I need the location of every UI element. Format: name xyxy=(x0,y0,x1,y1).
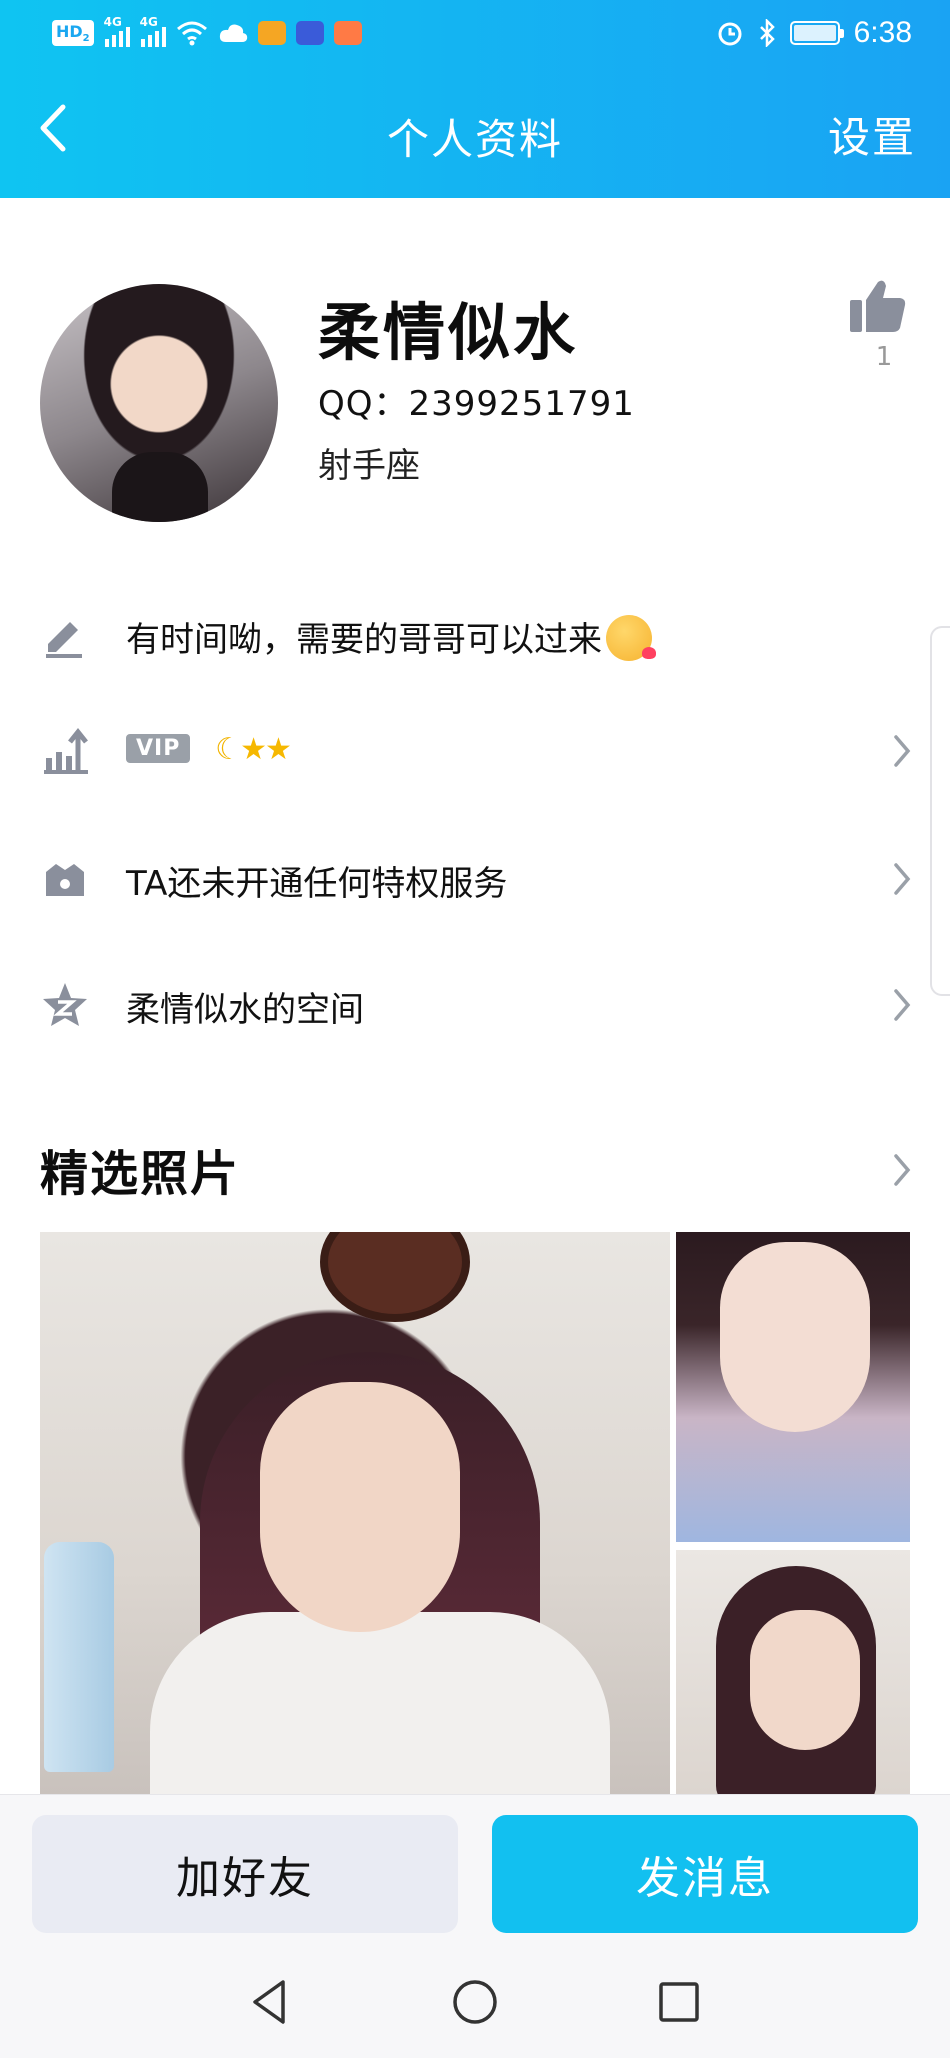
qq-number: QQ：2399251791 xyxy=(318,384,635,424)
crown-icon xyxy=(46,864,84,896)
avatar[interactable] xyxy=(40,284,278,522)
app-notification-icon xyxy=(257,21,286,45)
level-up-icon xyxy=(44,727,88,774)
nav-back-icon[interactable] xyxy=(243,1974,299,2030)
app-notification-icon xyxy=(333,21,362,45)
featured-photo-3[interactable] xyxy=(676,1550,910,1794)
featured-photo-main[interactable] xyxy=(40,1232,670,1794)
app-notification-icon xyxy=(295,21,324,45)
privilege-text: TA还未开通任何特权服务 xyxy=(126,864,508,904)
wifi-icon xyxy=(176,21,207,46)
nav-home-icon[interactable] xyxy=(447,1974,503,2030)
signal-icon: 4G xyxy=(140,15,166,47)
zodiac-sign: 射手座 xyxy=(318,446,420,486)
vip-level-row[interactable]: VIP ☾★★ xyxy=(0,696,950,806)
thumbs-up-icon xyxy=(850,280,906,332)
send-message-button[interactable]: 发消息 xyxy=(492,1815,918,1933)
moon-level-icon: ☾ xyxy=(215,732,242,767)
vip-badge: VIP xyxy=(126,734,191,763)
hd-badge: HD2 xyxy=(52,19,94,47)
action-bar: 加好友 发消息 xyxy=(0,1794,950,1946)
signal-icon: 4G xyxy=(104,15,130,47)
page-title: 个人资料 xyxy=(386,115,563,164)
system-nav-bar xyxy=(0,1946,950,2058)
cloud-icon xyxy=(219,24,247,42)
kiss-emoji-icon xyxy=(606,615,656,661)
star-level-icon: ★★ xyxy=(240,732,292,767)
qzone-row[interactable]: 柔情似水的空间 xyxy=(0,950,950,1060)
signature-row[interactable]: 有时间呦，需要的哥哥可以过来 xyxy=(0,580,950,690)
battery-icon xyxy=(789,21,844,45)
chevron-right-icon xyxy=(894,863,911,895)
settings-button[interactable]: 设置 xyxy=(828,104,916,165)
like-button[interactable] xyxy=(848,278,920,338)
header-bar: HD2 4G 4G 6:38 个人资料 设置 xyxy=(0,0,950,198)
nav-bar: 个人资料 设置 xyxy=(0,66,950,198)
vip-level: VIP ☾★★ xyxy=(126,728,292,768)
add-friend-button[interactable]: 加好友 xyxy=(32,1815,458,1933)
chevron-right-icon[interactable] xyxy=(890,1150,914,1190)
alarm-icon xyxy=(718,22,742,46)
chevron-right-icon xyxy=(894,735,911,767)
nickname: 柔情似水 xyxy=(318,296,579,369)
star-space-icon xyxy=(43,983,87,1026)
pencil-icon xyxy=(46,622,82,658)
like-count: 1 xyxy=(875,342,893,372)
nav-recents-icon[interactable] xyxy=(651,1974,707,2030)
featured-photo-2[interactable] xyxy=(676,1232,910,1542)
status-bar: HD2 4G 4G 6:38 xyxy=(0,0,950,66)
privilege-row[interactable]: TA还未开通任何特权服务 xyxy=(0,824,950,934)
featured-photos-title[interactable]: 精选照片 xyxy=(40,1134,240,1204)
qzone-text: 柔情似水的空间 xyxy=(126,990,364,1030)
chevron-right-icon xyxy=(894,989,911,1021)
clock-time: 6:38 xyxy=(853,16,912,49)
bluetooth-icon xyxy=(759,19,775,47)
signature-text: 有时间呦，需要的哥哥可以过来 xyxy=(126,612,656,661)
